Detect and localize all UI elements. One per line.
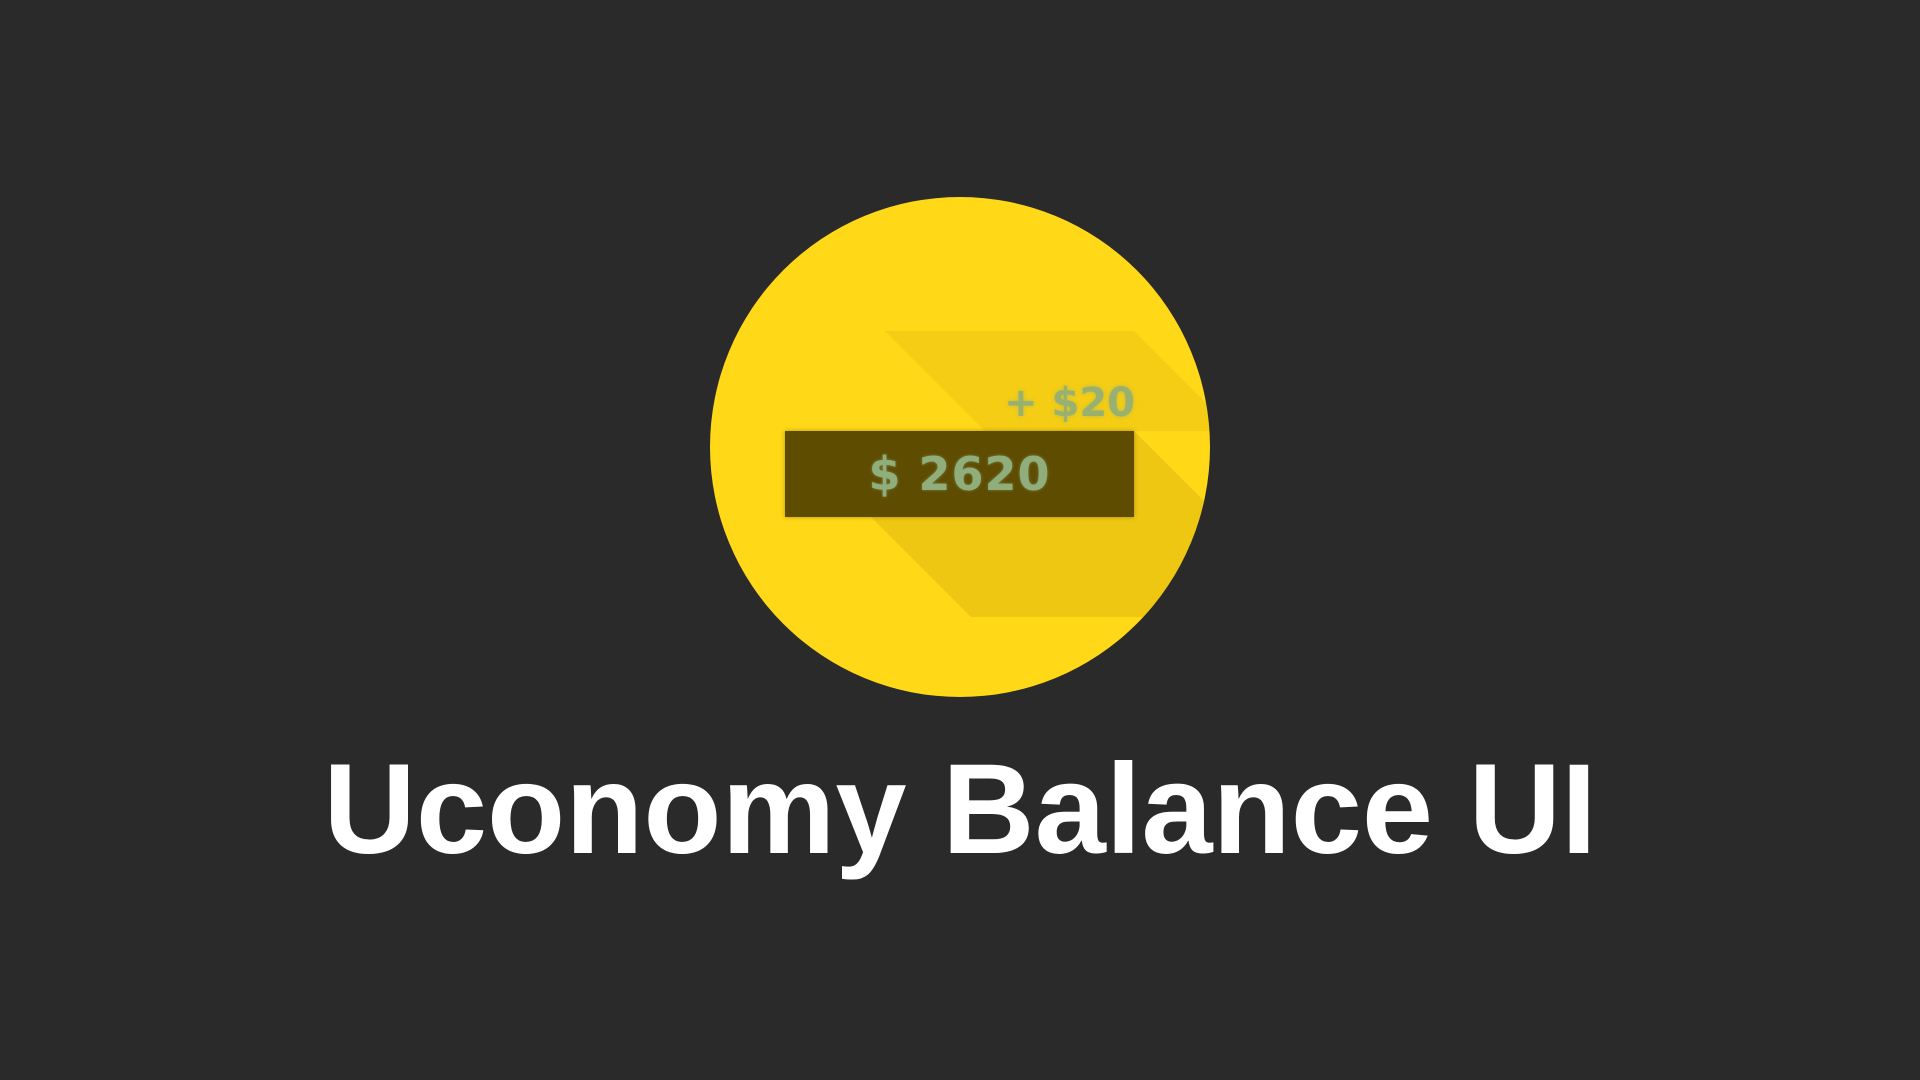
balance-amount: $ 2620 [868,447,1051,501]
balance-bar: $ 2620 [785,431,1134,517]
balance-delta: + $20 [1004,380,1135,426]
coin-logo: + $20 $ 2620 [710,197,1210,697]
stage: + $20 $ 2620 Uconomy Balance UI [0,0,1920,1080]
page-title: Uconomy Balance UI [323,738,1597,881]
